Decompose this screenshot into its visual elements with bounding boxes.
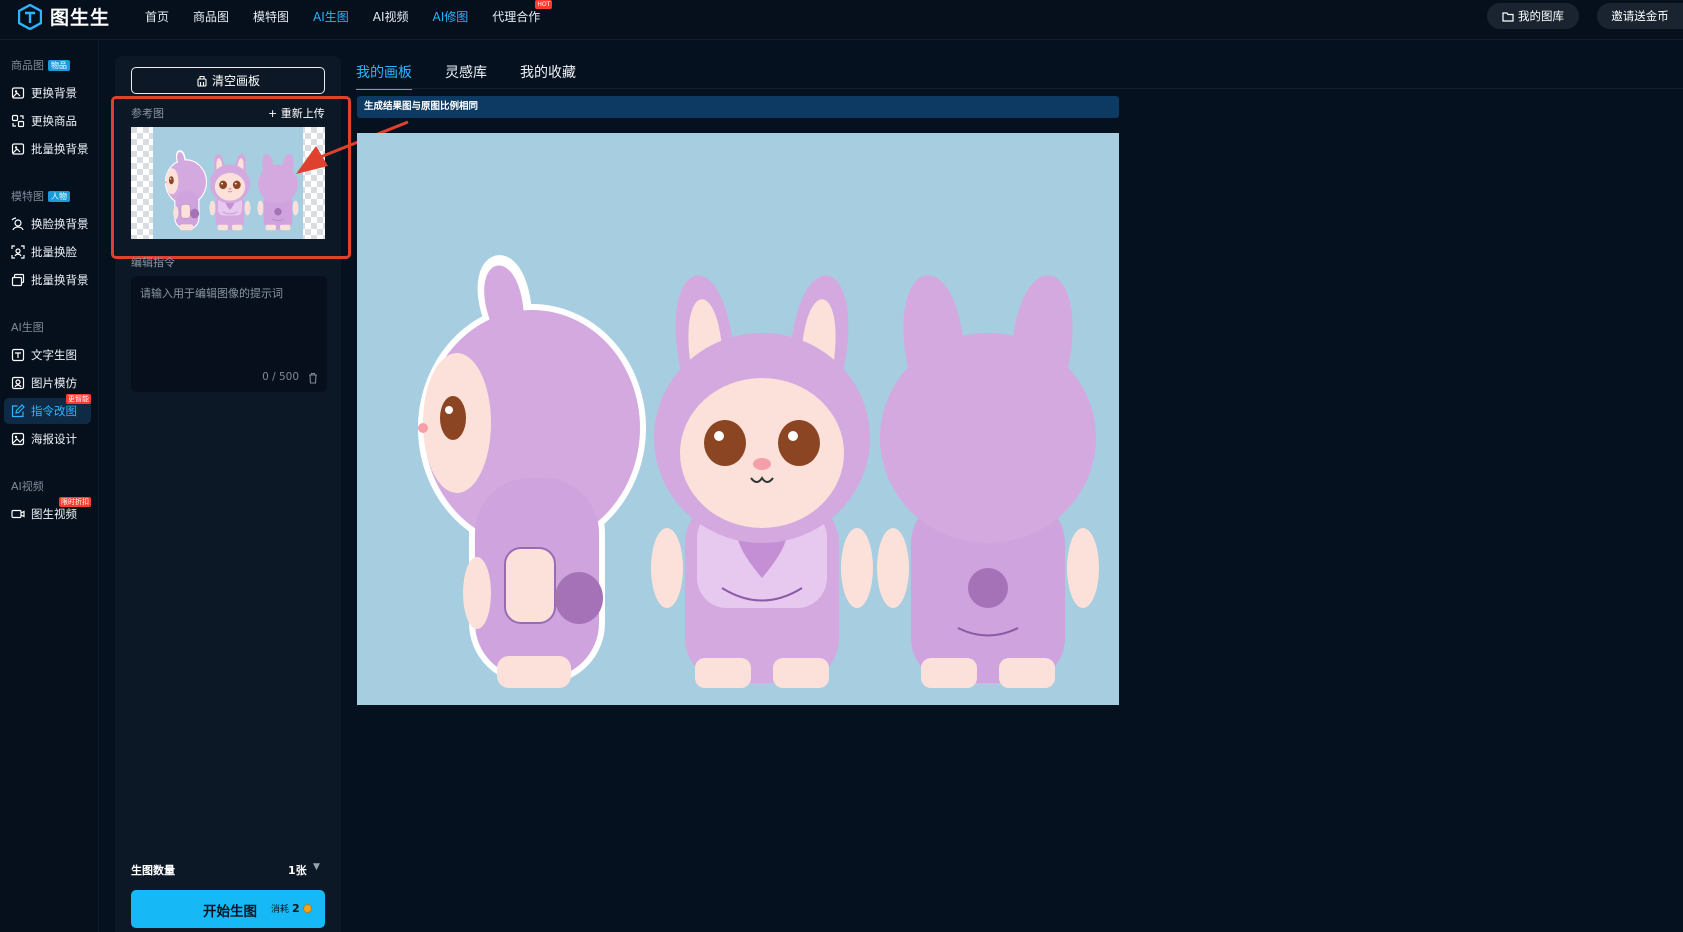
sidebar-item-image-to-video[interactable]: 图生视频 限时折扣 [4,497,91,527]
image-swap-icon [11,87,25,99]
canvas-image-graphic [357,133,1119,705]
menu-group-model-title: 模特图 [11,190,44,203]
invite-label: 邀请送金币 [1611,9,1669,23]
chevron-down-icon[interactable]: ▼ [313,862,320,872]
ratio-notice: 生成结果图与原图比例相同 [357,96,1119,118]
image-count-select[interactable]: 1张 [288,862,307,878]
invite-button[interactable]: 邀请送金币 [1597,3,1683,29]
batch-background-icon [11,143,25,155]
clear-canvas-label: 清空画板 [211,74,260,88]
image-count-label: 生图数量 [131,864,175,877]
edit-command-label: 编辑指令 [131,256,175,269]
sidebar-item-label: 批量换背景 [31,142,89,156]
cost-indicator: 消耗 2 [271,902,312,915]
poster-icon [11,432,25,446]
top-nav-bar: 图生生 首页 商品图 模特图 AI生图 AI视频 AI修图 代理合作 HOT 我… [0,0,1683,40]
prompt-placeholder: 请输入用于编辑图像的提示词 [140,287,283,300]
coin-icon [302,904,312,913]
menu-group-product-badge: 物品 [48,59,70,71]
sidebar-item-label: 文字生图 [31,348,77,362]
sidebar-item-batch-background-model[interactable]: 批量换背景 [4,267,91,293]
nav-item-home[interactable]: 首页 [145,8,169,25]
app-name: 图生生 [50,7,111,29]
clear-canvas-button[interactable]: 清空画板 [131,67,325,94]
sidebar-item-label: 图片模仿 [31,376,77,390]
edit-command-icon [11,404,25,418]
nav-item-ai-video[interactable]: AI视频 [373,8,409,25]
image-imitate-icon [11,376,25,390]
canvas-tabs: 我的画板 灵感库 我的收藏 [356,62,576,90]
folder-icon [1502,11,1514,22]
tab-inspiration[interactable]: 灵感库 [445,62,487,90]
sidebar-item-label: 换脸换背景 [31,217,89,231]
hot-badge: HOT [535,0,553,9]
product-swap-icon [11,114,25,128]
text-image-icon [11,348,25,362]
sidebar-item-label: 海报设计 [31,432,77,446]
sidebar-item-label: 更换背景 [31,86,77,100]
main-nav: 首页 商品图 模特图 AI生图 AI视频 AI修图 代理合作 HOT [145,0,564,32]
start-generate-button[interactable]: 开始生图 消耗 2 [131,890,325,928]
cost-value: 2 [292,902,300,915]
sidebar-item-poster-design[interactable]: 海报设计 [4,426,91,452]
sidebar-item-text-to-image[interactable]: 文字生图 [4,342,91,368]
sidebar-item-change-background[interactable]: 更换背景 [4,80,91,106]
sidebar-item-batch-background[interactable]: 批量换背景 [4,136,91,162]
prompt-input[interactable]: 请输入用于编辑图像的提示词 0 / 500 [131,276,327,392]
menu-group-ai-video: AI视频 [11,478,44,494]
prompt-counter: 0 / 500 [262,371,299,383]
cost-label: 消耗 [271,905,290,915]
smart-badge: 更智能 [66,394,91,404]
nav-item-ai-image[interactable]: AI生图 [313,8,349,25]
sidebar-item-edit-command[interactable]: 指令改图 更智能 [4,394,91,424]
tab-favorites[interactable]: 我的收藏 [520,62,576,90]
batch-face-icon [11,245,25,259]
sidebar-item-label: 指令改图 [31,404,77,418]
nav-item-agency-label: 代理合作 [492,9,541,24]
generate-label: 开始生图 [203,904,257,920]
sidebar-item-change-product[interactable]: 更换商品 [4,108,91,134]
nav-item-model[interactable]: 模特图 [253,8,289,25]
nav-item-agency[interactable]: 代理合作 HOT [492,0,553,25]
my-gallery-label: 我的图库 [1518,9,1564,23]
sidebar-item-label: 批量换背景 [31,273,89,287]
app-logo[interactable]: 图生生 [18,3,110,30]
sidebar-item-face-swap[interactable]: 换脸换背景 [4,211,91,237]
menu-group-ai-video-title: AI视频 [11,480,44,493]
menu-group-ai-image: AI生图 [11,319,44,335]
menu-group-model: 模特图 人物 [11,188,70,204]
menu-group-model-badge: 人物 [48,190,70,202]
sidebar-item-label: 批量换脸 [31,245,77,259]
sidebar-item-batch-face[interactable]: 批量换脸 [4,239,91,265]
batch-background-icon [11,273,25,287]
broom-icon [197,75,207,87]
my-gallery-button[interactable]: 我的图库 [1487,3,1579,29]
discount-badge: 限时折扣 [59,497,91,507]
menu-group-product-title: 商品图 [11,59,44,72]
sidebar-item-image-imitate[interactable]: 图片模仿 [4,370,91,396]
face-swap-icon [11,217,24,231]
tab-divider [356,88,1683,89]
menu-group-product: 商品图 物品 [11,57,70,73]
tab-my-canvas[interactable]: 我的画板 [356,62,412,90]
video-icon [11,509,25,519]
menu-group-ai-image-title: AI生图 [11,321,44,334]
logo-icon [18,3,42,30]
sidebar-item-label: 图生视频 [31,507,77,521]
canvas-image[interactable] [357,133,1119,705]
nav-item-ai-retouch[interactable]: AI修图 [433,8,469,25]
trash-icon[interactable] [307,372,319,384]
nav-item-product[interactable]: 商品图 [193,8,229,25]
sidebar-item-label: 更换商品 [31,114,77,128]
